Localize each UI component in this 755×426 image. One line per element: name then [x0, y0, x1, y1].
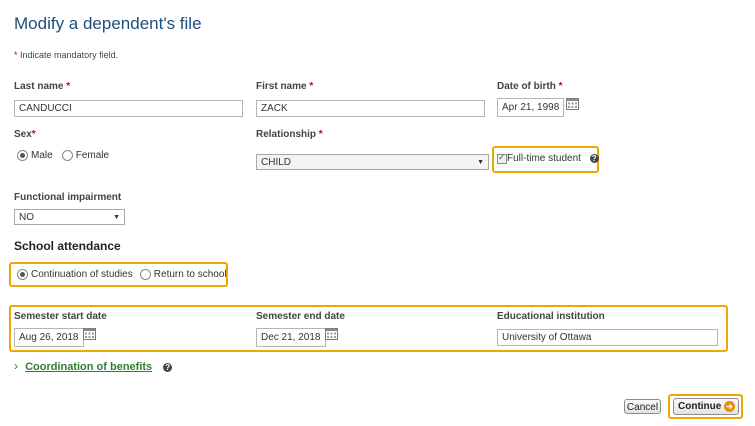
chevron-down-icon: ▼ [113, 214, 120, 221]
continuation-label: Continuation of studies [31, 268, 133, 280]
coordination-row: › Coordination of benefits ? [14, 359, 173, 373]
continuation-radio[interactable] [17, 268, 28, 280]
impairment-label: Functional impairment [14, 192, 122, 203]
first-name-input[interactable]: ZACK [256, 100, 485, 117]
calendar-icon[interactable] [566, 98, 579, 110]
calendar-icon[interactable] [83, 328, 96, 340]
sex-female-radio[interactable] [61, 149, 73, 161]
sex-female-label: Female [75, 149, 110, 161]
semester-start-input[interactable]: Aug 26, 2018 [14, 328, 84, 347]
last-name-input[interactable]: CANDUCCI [14, 100, 243, 117]
relationship-value: CHILD [261, 157, 292, 168]
impairment-select[interactable]: NO ▼ [14, 209, 125, 225]
dob-input[interactable]: Apr 21, 1998 [497, 98, 565, 117]
relationship-label: Relationship * [256, 129, 323, 140]
continue-button[interactable]: Continue ➔ [673, 398, 739, 415]
return-to-school-label: Return to school [153, 268, 227, 280]
impairment-value: NO [19, 212, 34, 223]
last-name-label: Last name * [14, 81, 71, 92]
sex-male-label: Male [31, 149, 53, 161]
sex-radio-group: Male Female [17, 149, 109, 161]
checkmark-icon: ✓ [498, 151, 506, 162]
chevron-down-icon: ▼ [477, 159, 484, 166]
school-radio-group: Continuation of studies Return to school [17, 268, 227, 280]
semester-end-label: Semester end date [256, 311, 345, 322]
page-title: Modify a dependent's file [14, 14, 202, 33]
semester-start-label: Semester start date [14, 311, 107, 322]
full-time-student-checkbox[interactable]: ✓ [497, 151, 507, 164]
return-to-school-radio[interactable] [139, 268, 151, 280]
required-star: * [14, 50, 18, 60]
continue-label: Continue [678, 401, 722, 412]
cancel-button[interactable]: Cancel [624, 399, 661, 414]
full-time-student-label: Full-time student [507, 153, 581, 164]
mandatory-note: * Indicate mandatory field. [14, 50, 118, 60]
help-icon[interactable]: ? [589, 154, 599, 163]
relationship-select[interactable]: CHILD ▼ [256, 154, 489, 170]
calendar-icon[interactable] [325, 328, 338, 340]
school-attendance-title: School attendance [14, 239, 121, 253]
sex-label: Sex* [14, 129, 36, 140]
institution-label: Educational institution [497, 311, 605, 322]
sex-male-radio[interactable] [17, 149, 28, 161]
chevron-right-icon: › [14, 359, 18, 373]
arrow-right-icon: ➔ [724, 401, 735, 412]
first-name-label: First name * [256, 81, 314, 92]
semester-end-input[interactable]: Dec 21, 2018 [256, 328, 326, 347]
institution-input[interactable]: University of Ottawa [497, 329, 718, 346]
dob-label: Date of birth * [497, 81, 563, 92]
help-icon[interactable]: ? [163, 363, 173, 372]
full-time-student-row: ✓ Full-time student ? [497, 151, 599, 164]
mandatory-note-text: Indicate mandatory field. [20, 50, 119, 60]
coordination-link[interactable]: Coordination of benefits [25, 361, 152, 373]
